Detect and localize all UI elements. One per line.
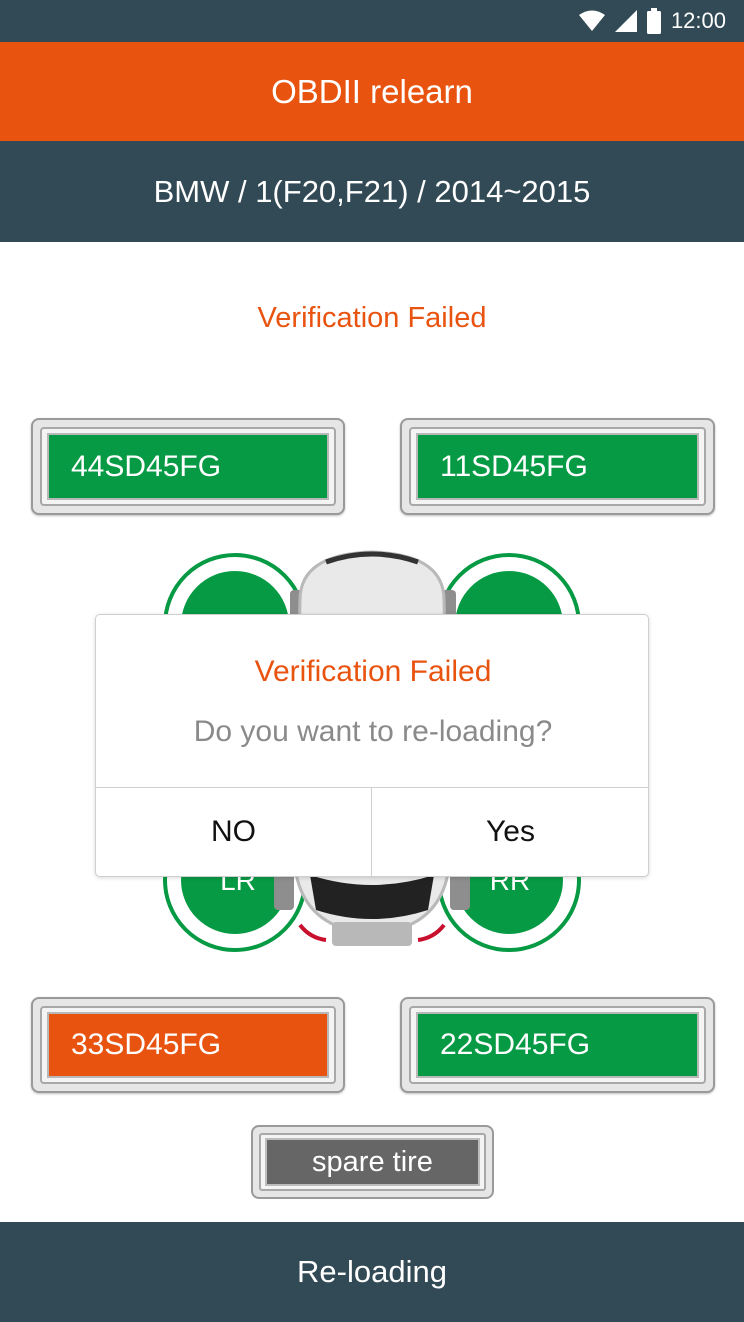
vehicle-bar: BMW / 1(F20,F21) / 2014~2015	[0, 141, 744, 242]
app-title-bar: OBDII relearn	[0, 42, 744, 141]
reloading-button[interactable]: Re-loading	[0, 1222, 744, 1322]
spare-tire-label: spare tire	[265, 1138, 480, 1186]
sensor-rf-id: 11SD45FG	[416, 433, 699, 500]
app-title: OBDII relearn	[271, 72, 473, 110]
verification-status: Verification Failed	[257, 302, 487, 334]
sensor-lr-plate[interactable]: 33SD45FG	[31, 997, 345, 1093]
dialog-title: Verification Failed	[254, 655, 492, 688]
status-time: 12:00	[670, 8, 726, 33]
status-bar: 12:00	[0, 0, 744, 42]
spare-tire-button[interactable]: spare tire	[251, 1125, 494, 1199]
sensor-lf-plate[interactable]: 44SD45FG	[31, 418, 345, 515]
dialog-no-button[interactable]: NO	[96, 788, 372, 876]
reloading-label: Re-loading	[297, 1254, 447, 1289]
sensor-rr-id: 22SD45FG	[416, 1012, 699, 1078]
verification-dialog: Verification Failed Do you want to re-lo…	[95, 614, 649, 877]
sensor-rf-plate[interactable]: 11SD45FG	[400, 418, 715, 515]
sensor-lr-id: 33SD45FG	[47, 1012, 329, 1078]
sensor-rr-plate[interactable]: 22SD45FG	[400, 997, 715, 1093]
status-icons: 12:00	[578, 0, 726, 42]
wifi-icon	[578, 10, 605, 32]
cell-signal-icon	[614, 10, 637, 32]
dialog-message: Do you want to re-loading?	[193, 715, 553, 748]
sensor-lf-id: 44SD45FG	[47, 433, 329, 500]
vehicle-label: BMW / 1(F20,F21) / 2014~2015	[153, 173, 591, 209]
dialog-yes-button[interactable]: Yes	[373, 788, 648, 876]
battery-icon	[646, 8, 661, 34]
